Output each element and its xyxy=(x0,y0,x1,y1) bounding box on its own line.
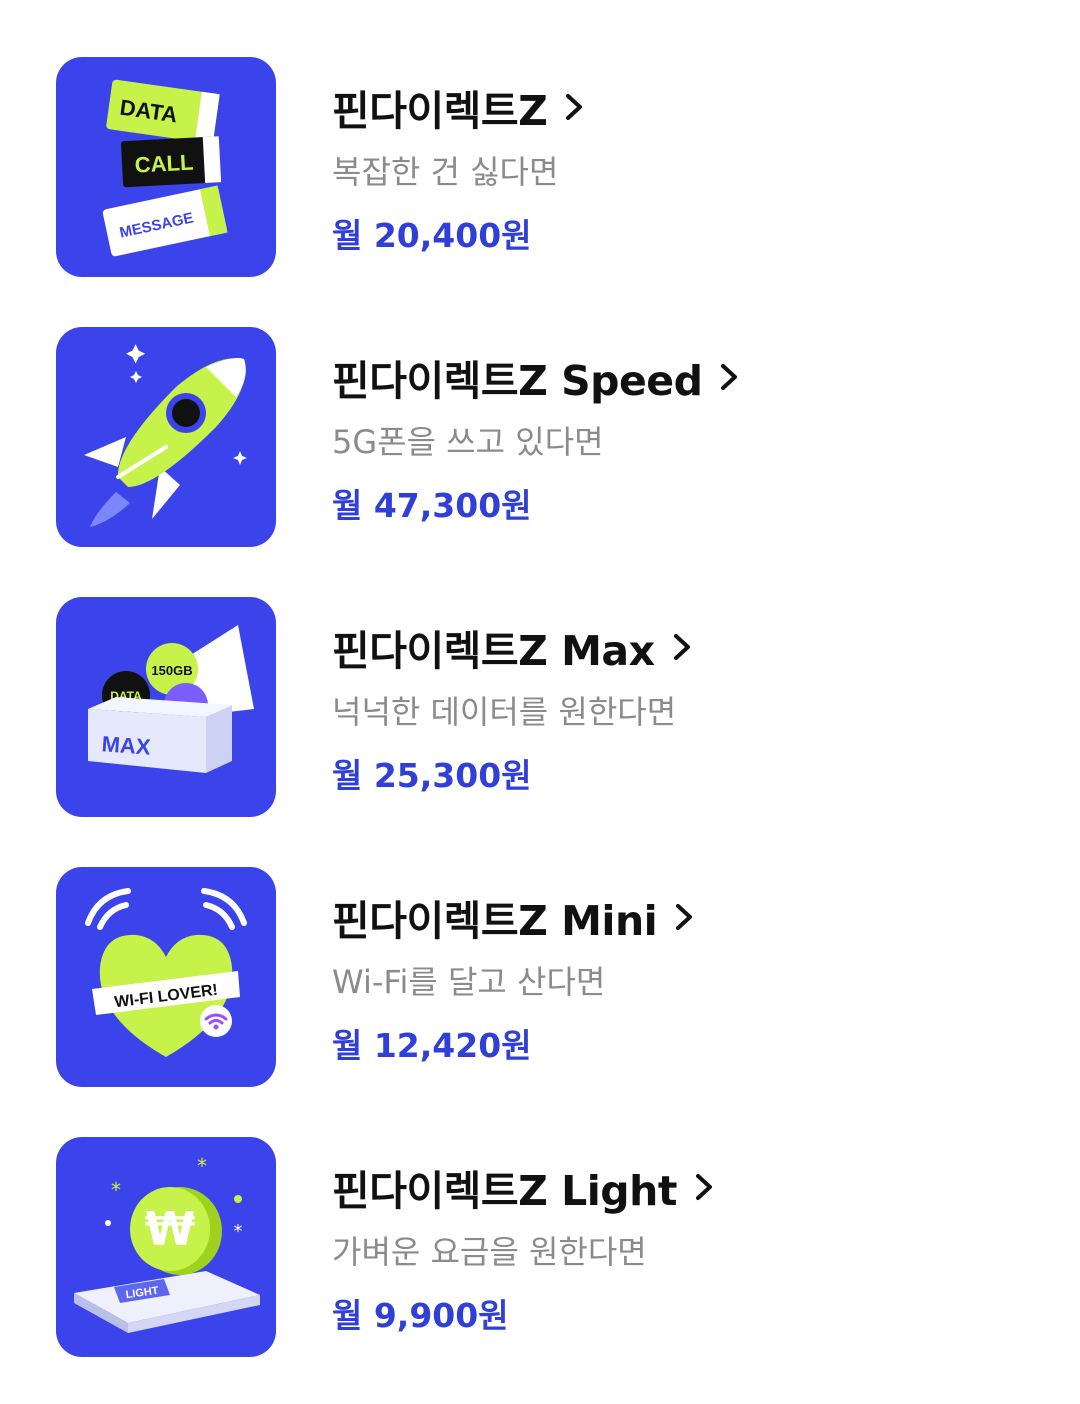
plan-description: Wi-Fi를 달고 산다면 xyxy=(332,963,606,1001)
chevron-right-icon xyxy=(566,94,583,120)
chevron-right-icon xyxy=(695,1174,712,1200)
plan-price: 월 9,900원 xyxy=(332,1296,509,1335)
svg-text:*: * xyxy=(197,1154,207,1178)
plan-title: 핀다이렉트Z xyxy=(332,87,548,135)
plan-price: 월 25,300원 xyxy=(332,756,532,795)
coin-scale-icon: * * * LIGHT ₩ xyxy=(56,1137,276,1357)
wifi-heart-icon: WI-FI LOVER! xyxy=(56,867,276,1087)
chevron-right-icon xyxy=(676,904,693,930)
rocket-icon xyxy=(56,327,276,547)
plan-description: 5G폰을 쓰고 있다면 xyxy=(332,423,604,461)
plan-item-z-max[interactable]: 150GB DATA MAX 핀다이렉트Z Max 넉넉한 데이터를 원한다면 … xyxy=(0,597,1080,817)
plan-description: 가벼운 요금을 원한다면 xyxy=(332,1233,647,1271)
plan-item-z-speed[interactable]: 핀다이렉트Z Speed 5G폰을 쓰고 있다면 월 47,300원 xyxy=(0,327,1080,547)
plan-title: 핀다이렉트Z Max xyxy=(332,627,655,675)
plan-title: 핀다이렉트Z Mini xyxy=(332,897,658,945)
svg-text:*: * xyxy=(111,1178,121,1202)
chevron-right-icon xyxy=(721,364,738,390)
plan-title: 핀다이렉트Z Speed xyxy=(332,357,703,405)
svg-text:*: * xyxy=(234,1221,243,1242)
plan-description: 복잡한 건 싫다면 xyxy=(332,153,559,191)
plan-title: 핀다이렉트Z Light xyxy=(332,1167,677,1215)
plan-price: 월 47,300원 xyxy=(332,486,532,525)
ticket-call-label: CALL xyxy=(134,150,194,178)
plan-price: 월 12,420원 xyxy=(332,1026,532,1065)
max-coin-label: 150GB xyxy=(151,663,192,678)
chevron-right-icon xyxy=(673,634,690,660)
coin-won-label: ₩ xyxy=(145,1202,196,1256)
plan-item-z[interactable]: DATA CALL MESSAGE 핀다이렉트Z 복잡한 건 싫다면 월 20,… xyxy=(0,57,1080,277)
plan-price: 월 20,400원 xyxy=(332,216,532,255)
max-box-label: MAX xyxy=(101,731,152,759)
data-box-icon: 150GB DATA MAX xyxy=(56,597,276,817)
plan-description: 넉넉한 데이터를 원한다면 xyxy=(332,693,677,731)
plan-item-z-mini[interactable]: WI-FI LOVER! 핀다이렉트Z Mini Wi-Fi를 달고 산다면 월… xyxy=(0,867,1080,1087)
plan-item-z-light[interactable]: * * * LIGHT ₩ 핀다이렉트Z Light 가벼운 요금을 원한다면 … xyxy=(0,1137,1080,1357)
tickets-icon: DATA CALL MESSAGE xyxy=(56,57,276,277)
